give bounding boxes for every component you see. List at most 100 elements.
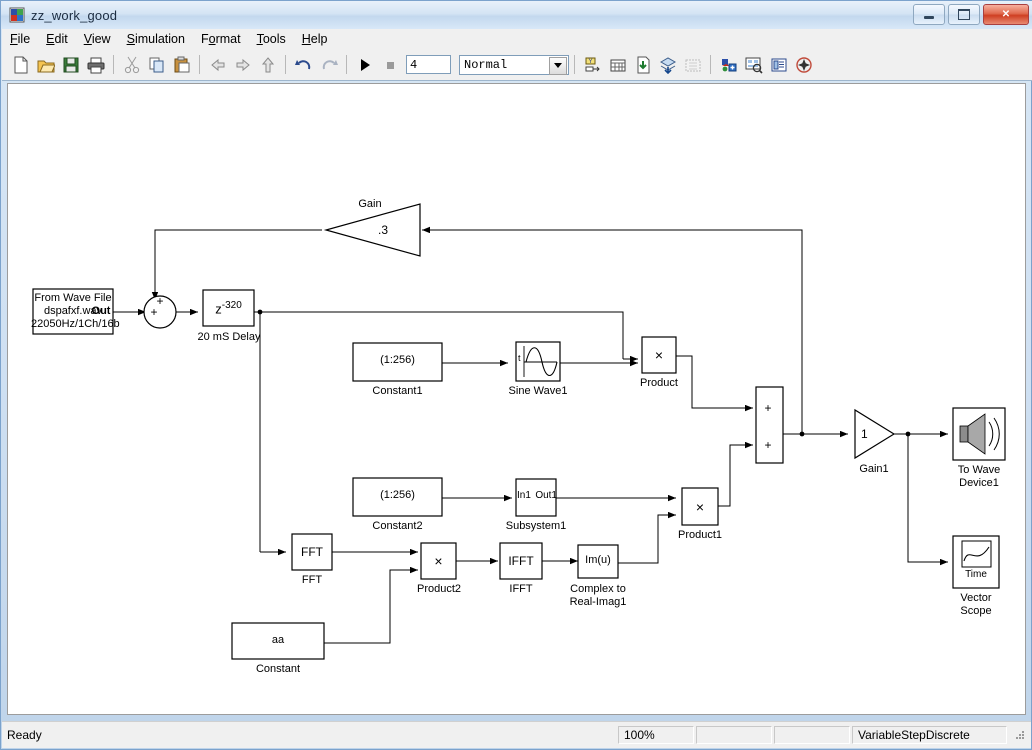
simulink-model-window: zz_work_good ✕ File Edit View Simulation… bbox=[0, 0, 1032, 750]
toolbar: 4 Normal Y bbox=[2, 49, 1032, 81]
toolbar-separator bbox=[574, 55, 575, 74]
line-cri-to-product1 bbox=[616, 511, 676, 564]
toolbar-separator bbox=[113, 55, 114, 74]
toggle-grid-icon[interactable] bbox=[606, 53, 629, 76]
new-model-icon[interactable] bbox=[9, 53, 32, 76]
svg-text:Y: Y bbox=[588, 59, 592, 65]
back-arrow-icon[interactable] bbox=[206, 53, 229, 76]
product2-caption: Product2 bbox=[416, 583, 462, 595]
debug-icon[interactable] bbox=[717, 53, 740, 76]
window-controls: ✕ bbox=[913, 4, 1029, 25]
line-gain1-to-scope bbox=[907, 434, 948, 566]
start-simulation-icon[interactable] bbox=[353, 53, 376, 76]
menu-simulation[interactable]: Simulation bbox=[119, 30, 193, 48]
simulink-model-icon bbox=[9, 7, 25, 23]
delay-caption: 20 mS Delay bbox=[197, 331, 261, 343]
menu-edit[interactable]: Edit bbox=[38, 30, 76, 48]
toolbar-separator bbox=[710, 55, 711, 74]
simulation-stop-time-input[interactable]: 4 bbox=[406, 55, 451, 74]
junction-delay-out bbox=[257, 309, 263, 315]
title-bar: zz_work_good ✕ bbox=[1, 1, 1032, 29]
ifft-value: IFFT bbox=[508, 554, 534, 568]
stop-simulation-icon[interactable] bbox=[378, 53, 401, 76]
menu-help-label: elp bbox=[310, 32, 328, 46]
menu-simulation-label: imulation bbox=[134, 32, 185, 46]
menu-view-label: iew bbox=[91, 32, 111, 46]
vector-scope-inner-label: Time bbox=[965, 569, 987, 580]
model-properties-icon[interactable] bbox=[767, 53, 790, 76]
block-to-wave-device1[interactable] bbox=[952, 407, 1006, 461]
refresh-icon[interactable] bbox=[681, 53, 704, 76]
delay-value: z-320 bbox=[203, 300, 254, 316]
menu-help[interactable]: Help bbox=[294, 30, 336, 48]
build-model-icon[interactable] bbox=[631, 53, 654, 76]
line-feedback-tap-to-gain bbox=[422, 226, 803, 434]
sum1-sign-bottom: + bbox=[764, 438, 772, 452]
toolbar-separator bbox=[346, 55, 347, 74]
open-model-icon[interactable] bbox=[34, 53, 57, 76]
fft-value: FFT bbox=[301, 545, 323, 559]
menu-view[interactable]: View bbox=[76, 30, 119, 48]
status-message: Ready bbox=[7, 728, 42, 742]
close-button[interactable]: ✕ bbox=[983, 4, 1029, 25]
model-canvas[interactable]: From Wave File dspafxf.wav 22050Hz/1Ch/1… bbox=[7, 83, 1026, 715]
model-explorer-icon[interactable] bbox=[742, 53, 765, 76]
chevron-down-icon[interactable] bbox=[549, 56, 567, 75]
vector-scope-caption-1: Vector bbox=[960, 592, 992, 604]
forward-arrow-icon[interactable] bbox=[231, 53, 254, 76]
simulation-mode-value: Normal bbox=[464, 57, 508, 72]
block-diagram bbox=[32, 203, 1006, 660]
simulation-mode-select[interactable]: Normal bbox=[459, 54, 569, 75]
maximize-button[interactable] bbox=[948, 4, 980, 25]
resize-grip-icon[interactable] bbox=[1013, 728, 1027, 742]
update-diagram-icon[interactable]: Y bbox=[581, 53, 604, 76]
from-wave-file-line-1: From Wave File bbox=[34, 292, 112, 304]
fft-caption: FFT bbox=[301, 574, 323, 586]
undo-icon[interactable] bbox=[292, 53, 315, 76]
sine-wave1-caption: Sine Wave1 bbox=[508, 385, 568, 397]
save-icon[interactable] bbox=[59, 53, 82, 76]
up-level-icon[interactable] bbox=[256, 53, 279, 76]
constant-value: aa bbox=[271, 634, 285, 646]
paste-icon[interactable] bbox=[170, 53, 193, 76]
block-vector-scope[interactable] bbox=[952, 535, 1000, 589]
minimize-button[interactable] bbox=[913, 4, 945, 25]
sine-wave1-port-label: t bbox=[518, 353, 521, 363]
toolbar-separator bbox=[285, 55, 286, 74]
print-icon[interactable] bbox=[84, 53, 107, 76]
complex-to-real-imag1-caption-1: Complex to bbox=[570, 583, 626, 595]
line-product1-to-sum1 bbox=[718, 441, 753, 507]
menu-tools-label: ools bbox=[262, 32, 286, 46]
from-wave-file-out-port-label: Out bbox=[91, 305, 111, 317]
to-wave-device1-caption-1: To Wave bbox=[957, 464, 1001, 476]
gain-value: .3 bbox=[378, 223, 389, 237]
sum1-sign-top: + bbox=[764, 401, 772, 415]
menu-file-label: ile bbox=[17, 32, 31, 46]
delay-exponent: -320 bbox=[221, 300, 242, 311]
product1-value: × bbox=[695, 499, 705, 515]
menu-format[interactable]: Format bbox=[193, 30, 249, 48]
menu-edit-label: dit bbox=[54, 32, 68, 46]
sum-sign-left: + bbox=[150, 305, 158, 319]
cut-icon[interactable] bbox=[120, 53, 143, 76]
gain-caption: Gain bbox=[358, 198, 382, 210]
copy-icon[interactable] bbox=[145, 53, 168, 76]
vector-scope-caption-2: Scope bbox=[960, 605, 992, 617]
subsystem1-out-label: Out1 bbox=[535, 490, 557, 501]
redo-icon[interactable] bbox=[317, 53, 340, 76]
ifft-caption: IFFT bbox=[509, 583, 533, 595]
model-advisor-icon[interactable] bbox=[792, 53, 815, 76]
menu-bar: File Edit View Simulation Format Tools H… bbox=[2, 29, 1032, 50]
constant1-value: (1:256) bbox=[380, 354, 415, 366]
constant2-caption: Constant2 bbox=[372, 520, 423, 532]
menu-tools[interactable]: Tools bbox=[249, 30, 294, 48]
constant1-caption: Constant1 bbox=[372, 385, 423, 397]
junction-output bbox=[905, 431, 911, 437]
constant-caption: Constant bbox=[255, 663, 301, 675]
library-browser-icon[interactable] bbox=[656, 53, 679, 76]
complex-to-real-imag1-caption-2: Real-Imag1 bbox=[569, 596, 627, 608]
constant2-value: (1:256) bbox=[380, 489, 415, 501]
menu-file[interactable]: File bbox=[2, 30, 38, 48]
from-wave-file-line-3: 22050Hz/1Ch/16b bbox=[31, 318, 120, 330]
line-constant-to-product2 bbox=[324, 566, 418, 644]
